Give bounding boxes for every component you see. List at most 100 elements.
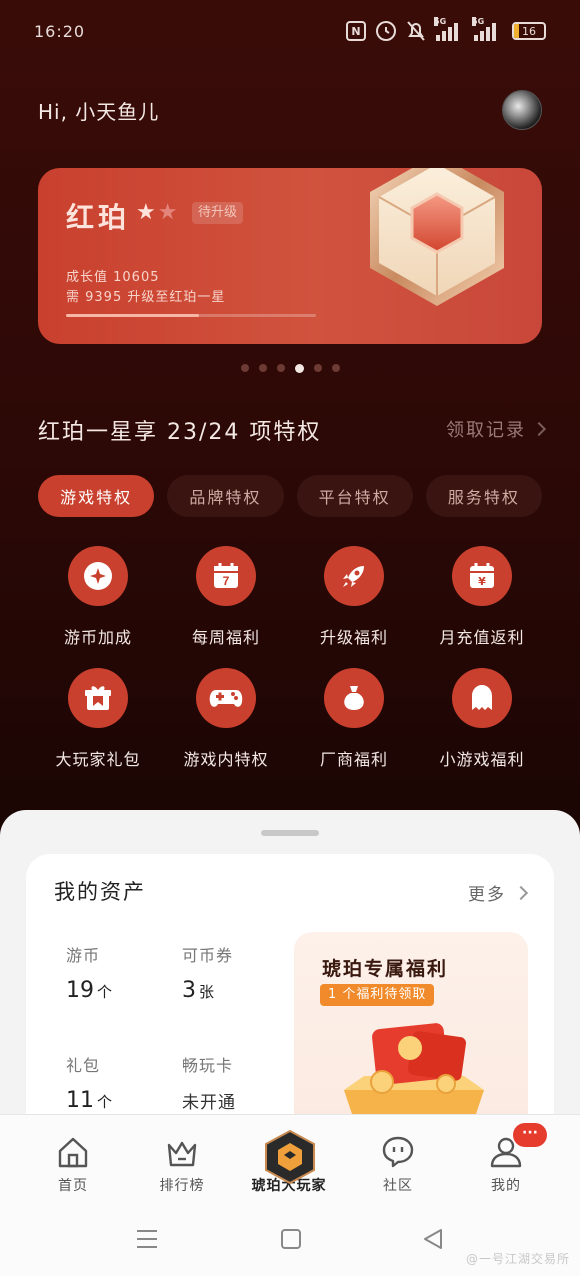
network-type: 5G [434,17,447,26]
asset-value: 3张 [182,978,215,1003]
chevron-right-icon [513,885,529,900]
svg-text:7: 7 [223,574,230,588]
carousel-dot[interactable] [276,364,285,372]
level-stars: ★★ [136,200,179,225]
asset-label: 礼包 [66,1056,101,1075]
carousel-dot[interactable] [240,364,249,372]
amber-cube-emblem-icon [370,168,504,306]
privilege-label: 大玩家礼包 [55,750,141,769]
crown-icon [167,1141,197,1167]
assets-more-label: 更多 [468,885,506,905]
tab-rankings[interactable]: 排行榜 [137,1135,227,1195]
red-packet-icon [344,1023,484,1120]
level-card[interactable]: 红珀 ★★ 待升级 成长值 10605 需 9395 升级至红珀一星 [38,168,542,344]
battery-level: 16 [522,24,536,38]
privilege-item[interactable]: 游戏内特权 [162,668,290,770]
carousel-dot[interactable] [331,364,340,372]
assets-title: 我的资产 [54,880,146,904]
asset-label: 游币 [66,946,101,965]
signal-icon: 5G [434,17,464,41]
asset-value: 未开通 [182,1093,236,1113]
privilege-label: 月充值返利 [439,628,525,647]
privilege-item[interactable]: 大玩家礼包 [34,668,162,770]
ghost-icon [472,685,492,710]
privilege-label: 游戏内特权 [183,750,269,769]
asset-coins[interactable]: 游币 19 个 [66,942,112,1003]
tab-home[interactable]: 首页 [28,1135,118,1195]
tab-label: 我的 [491,1178,521,1194]
gamepad-icon [209,690,243,707]
home-icon [58,1137,88,1168]
privilege-item[interactable]: 小游戏福利 [418,668,546,770]
privilege-item[interactable]: ¥ 月充值返利 [418,546,546,648]
chevron-right-icon [531,421,547,437]
carousel-dot[interactable] [313,364,322,372]
coin-star-icon [84,562,112,590]
sheet-drag-handle[interactable] [261,830,319,836]
asset-play-card[interactable]: 畅玩卡 未开通 [182,1052,236,1113]
privilege-item[interactable]: 游币加成 [34,546,162,648]
asset-gift-packs[interactable]: 礼包 11 个 [66,1052,112,1113]
watermark: @一号江湖交易所 [465,1252,570,1266]
tab-service-privileges[interactable]: 服务特权 [425,475,542,517]
privileges-title: 红珀一星享 23/24 项特权 [38,420,322,445]
network-type: 5G [472,17,485,26]
privilege-tabs: 游戏特权 品牌特权 平台特权 服务特权 [38,475,542,517]
tab-game-privileges[interactable]: 游戏特权 [38,475,155,517]
tab-label: 排行榜 [159,1178,205,1194]
tab-brand-privileges[interactable]: 品牌特权 [167,475,284,517]
tab-community[interactable]: 社区 [353,1135,443,1195]
home-button-icon[interactable] [280,1228,302,1250]
level-progress-fill [66,314,199,317]
asset-value: 19 个 [66,978,113,1003]
system-nav-bar: @一号江湖交易所 [0,1204,580,1276]
tab-profile[interactable]: ··· 我的 [461,1123,551,1195]
asset-label: 可币券 [182,946,234,965]
level-progress-bar [66,314,316,317]
bottom-tab-bar: 首页 排行榜 琥珀大玩家 社区 ··· 我的 [0,1114,580,1204]
tab-platform-privileges[interactable]: 平台特权 [296,475,413,517]
tab-label: 首页 [58,1178,88,1194]
status-icons: N 5G 5G 16 [346,17,546,42]
status-bar: 16:20 N 5G 5G 16 [0,0,580,64]
asset-vouchers[interactable]: 可币券 3张 [182,942,233,1003]
level-name: 红珀 [66,201,131,234]
privilege-label: 小游戏福利 [439,750,525,769]
asset-value: 11 个 [66,1088,113,1113]
star-filled-icon: ★ [136,200,158,225]
status-time: 16:20 [34,22,86,41]
battery-icon: 16 [512,22,546,40]
tab-label: 社区 [383,1178,413,1194]
back-icon[interactable] [422,1228,444,1250]
level-status-badge: 待升级 [192,202,244,224]
amber-logo-icon [265,1129,315,1185]
menu-icon[interactable] [136,1228,158,1250]
avatar[interactable] [502,90,542,130]
privilege-label: 每周福利 [191,628,260,647]
privilege-label: 升级福利 [319,628,388,647]
signal-icon: 5G [472,17,502,41]
money-bag-icon [344,686,364,710]
notification-badge: ··· [513,1123,547,1147]
calendar-yuan-icon: ¥ [470,563,494,588]
chat-bubble-icon [382,1136,414,1168]
privilege-grid: 游币加成 7 每周福利 升级福利 ¥ 月充值返利 大玩家礼包 游戏内特权 厂商福 [34,546,546,770]
claim-record-link[interactable]: 领取记录 [446,416,547,442]
assets-more-link[interactable]: 更多 [468,880,529,905]
svg-text:¥: ¥ [478,575,486,588]
rocket-icon [343,566,364,587]
privilege-item[interactable]: 7 每周福利 [162,546,290,648]
carousel-dots [0,364,580,373]
promo-title: 琥珀专属福利 [322,958,449,980]
carousel-dot[interactable] [294,364,304,373]
tab-amber-vip[interactable]: 琥珀大玩家 [244,1129,334,1195]
carousel-dot[interactable] [258,364,267,372]
asset-label: 畅玩卡 [182,1056,234,1075]
greeting: Hi, 小天鱼儿 [38,100,160,124]
mute-icon [407,21,425,41]
privilege-label: 厂商福利 [319,750,388,769]
privilege-item[interactable]: 升级福利 [290,546,418,648]
claim-record-label: 领取记录 [446,420,526,441]
privilege-item[interactable]: 厂商福利 [290,668,418,770]
star-empty-icon: ★ [157,200,180,225]
